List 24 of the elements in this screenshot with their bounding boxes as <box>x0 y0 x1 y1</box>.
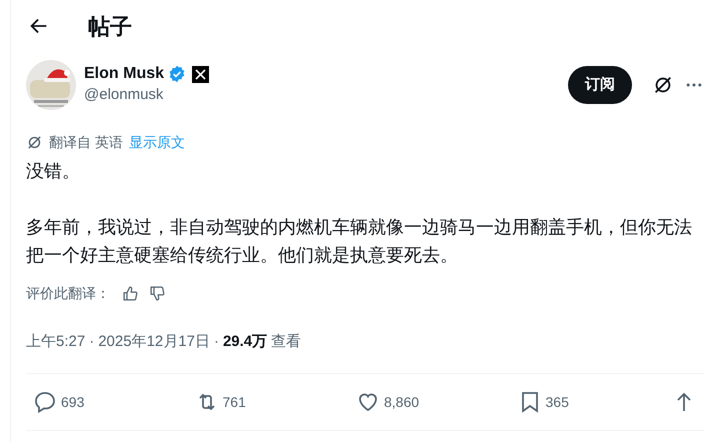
post-paragraph: 多年前，我说过，非自动驾驶的内燃机车辆就像一边骑马一边用翻盖手机，但你无法把一个好主意硬塞给传统行业。他们就是执意要死去。 <box>26 216 693 267</box>
action-count: 693 <box>61 392 84 412</box>
translation-note: 翻译自 英语 <box>49 133 123 152</box>
subscribe-button[interactable]: 订阅 <box>568 66 632 104</box>
action-count: 761 <box>222 392 246 412</box>
speech-bubble-icon[interactable] <box>33 390 57 414</box>
slashed-circle-icon[interactable] <box>652 74 674 96</box>
thumbs-down-icon[interactable] <box>149 285 166 302</box>
post-date[interactable]: 2025年12月17日 <box>98 330 210 354</box>
affiliate-badge-icon <box>192 66 210 82</box>
author-handle[interactable]: @elonmusk <box>84 84 210 106</box>
view-count: 29.4万 <box>222 332 268 352</box>
rate-translation-label: 评价此翻译： <box>26 284 110 303</box>
author-name[interactable]: Elon Musk <box>84 64 164 84</box>
action-count: 8,860 <box>384 392 420 412</box>
post-time[interactable]: 上午5:27 <box>26 330 86 354</box>
page-title: 帖子 <box>88 12 132 40</box>
post-paragraph: 没错。 <box>26 160 81 183</box>
action-count: 365 <box>546 392 569 412</box>
separator-dot: · <box>89 332 94 352</box>
separator-dot: · <box>214 332 219 352</box>
thumbs-up-icon[interactable] <box>122 285 139 302</box>
translate-icon <box>26 134 43 151</box>
views-label: 查看 <box>271 332 302 352</box>
